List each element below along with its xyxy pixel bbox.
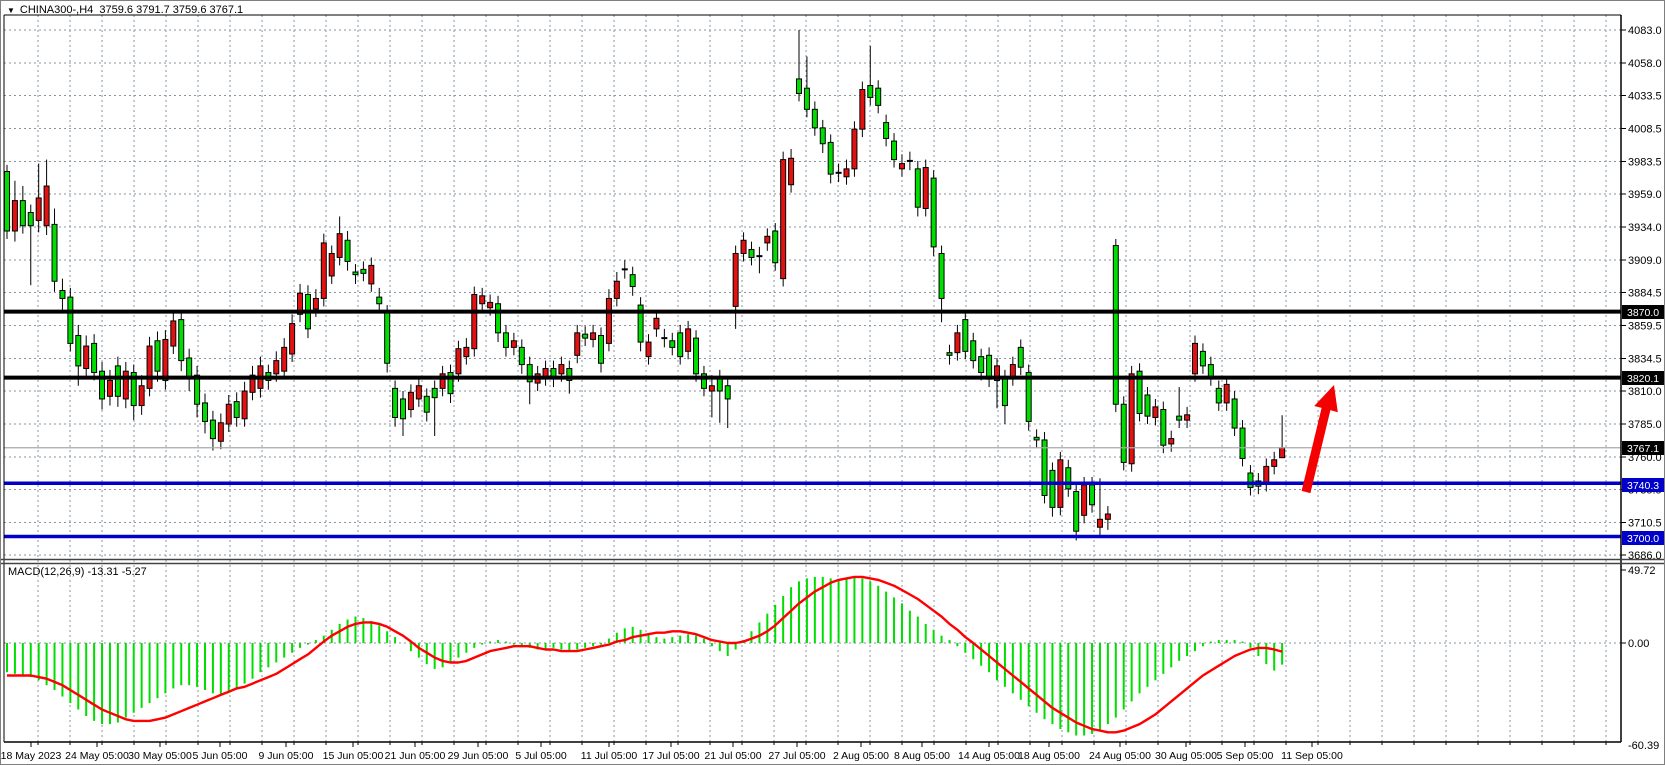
svg-text:3934.0: 3934.0 (1628, 222, 1662, 234)
svg-text:5 Jun 05:00: 5 Jun 05:00 (193, 750, 248, 762)
svg-text:5 Jul 05:00: 5 Jul 05:00 (515, 750, 567, 762)
macd-scale: 49.72 0.00 -60.39 (1621, 565, 1659, 752)
svg-text:21 Jun 05:00: 21 Jun 05:00 (385, 750, 446, 762)
svg-text:3700.0: 3700.0 (1627, 533, 1659, 545)
svg-text:15 Jun 05:00: 15 Jun 05:00 (323, 750, 384, 762)
chart-canvas[interactable]: 4083.0 4058.0 4033.5 4008.5 3983.5 3959.0 3934… (1, 1, 1665, 765)
chart-window: ▼ CHINA300-,H4 3759.6 3791.7 3759.6 3767.… (0, 0, 1665, 765)
svg-text:-60.39: -60.39 (1628, 740, 1659, 752)
svg-text:24 May 05:00: 24 May 05:00 (65, 750, 129, 762)
svg-text:11 Sep 05:00: 11 Sep 05:00 (1281, 750, 1343, 762)
svg-text:3834.5: 3834.5 (1628, 354, 1662, 366)
svg-text:11 Jul 05:00: 11 Jul 05:00 (581, 750, 638, 762)
candles (5, 30, 1285, 540)
symbol-dropdown-icon[interactable]: ▼ (7, 6, 15, 15)
svg-text:30 Aug 05:00: 30 Aug 05:00 (1155, 750, 1217, 762)
svg-text:3884.5: 3884.5 (1628, 288, 1662, 300)
svg-text:0.00: 0.00 (1628, 638, 1649, 650)
svg-text:3909.0: 3909.0 (1628, 255, 1662, 267)
svg-text:17 Jul 05:00: 17 Jul 05:00 (642, 750, 699, 762)
svg-text:21 Jul 05:00: 21 Jul 05:00 (704, 750, 761, 762)
svg-text:29 Jun 05:00: 29 Jun 05:00 (448, 750, 509, 762)
symbol-title: ▼ CHINA300-,H4 3759.6 3791.7 3759.6 3767.… (7, 3, 243, 17)
level-lines (4, 312, 1621, 537)
svg-text:9 Jun 05:00: 9 Jun 05:00 (259, 750, 314, 762)
svg-text:3859.5: 3859.5 (1628, 321, 1662, 333)
svg-text:3686.0: 3686.0 (1628, 550, 1662, 562)
svg-text:5 Sep 05:00: 5 Sep 05:00 (1217, 750, 1274, 762)
svg-text:18 Aug 05:00: 18 Aug 05:00 (1018, 750, 1080, 762)
svg-text:14 Aug 05:00: 14 Aug 05:00 (958, 750, 1020, 762)
svg-text:3767.1: 3767.1 (1627, 443, 1659, 455)
svg-text:3785.0: 3785.0 (1628, 419, 1662, 431)
macd-indicator-label: MACD(12,26,9) -13.31 -5.27 (8, 566, 147, 578)
svg-text:24 Aug 05:00: 24 Aug 05:00 (1089, 750, 1151, 762)
date-scale: 18 May 202324 May 05:0030 May 05:005 Jun… (1, 742, 1606, 762)
svg-text:4008.5: 4008.5 (1628, 124, 1662, 136)
svg-text:3820.1: 3820.1 (1627, 373, 1659, 385)
svg-text:3810.0: 3810.0 (1628, 386, 1662, 398)
svg-text:4033.5: 4033.5 (1628, 91, 1662, 103)
svg-text:4083.0: 4083.0 (1628, 25, 1662, 37)
svg-text:30 May 05:00: 30 May 05:00 (128, 750, 192, 762)
svg-text:3740.3: 3740.3 (1627, 480, 1659, 492)
trend-arrow-icon (1302, 385, 1338, 493)
svg-text:3983.5: 3983.5 (1628, 157, 1662, 169)
svg-text:8 Aug 05:00: 8 Aug 05:00 (894, 750, 950, 762)
svg-text:4058.0: 4058.0 (1628, 58, 1662, 70)
svg-text:2 Aug 05:00: 2 Aug 05:00 (833, 750, 889, 762)
svg-text:49.72: 49.72 (1628, 565, 1656, 577)
svg-text:18 May 2023: 18 May 2023 (1, 750, 62, 762)
symbol-ohlc-text: CHINA300-,H4 3759.6 3791.7 3759.6 3767.1 (20, 4, 243, 16)
svg-text:3710.5: 3710.5 (1628, 518, 1662, 530)
svg-text:27 Jul 05:00: 27 Jul 05:00 (768, 750, 825, 762)
svg-text:3870.0: 3870.0 (1627, 307, 1659, 319)
svg-text:3959.0: 3959.0 (1628, 189, 1662, 201)
